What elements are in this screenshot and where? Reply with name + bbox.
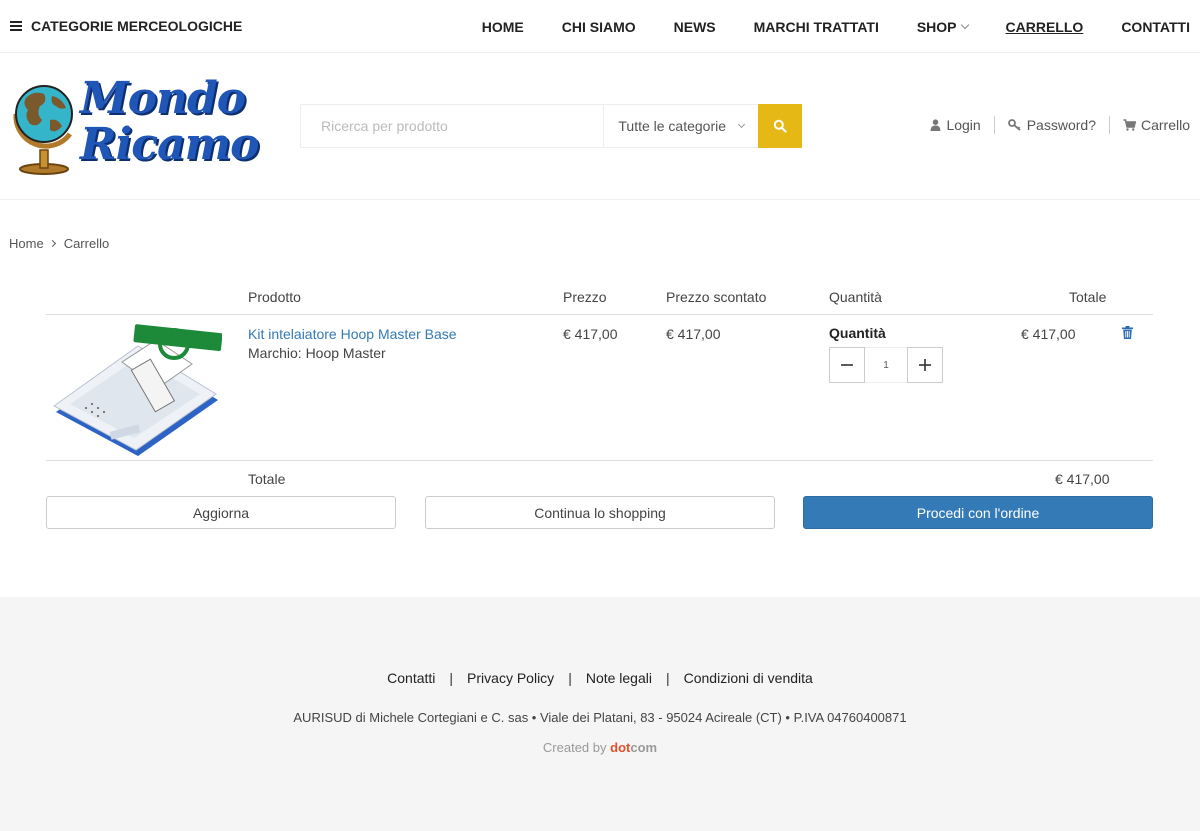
product-image[interactable] [52, 322, 223, 456]
footer-links: Contatti | Privacy Policy | Note legali … [0, 670, 1200, 686]
search-input[interactable] [301, 105, 604, 147]
site-header: Mondo Ricamo Tutte le categorie Login [0, 54, 1200, 200]
category-menu-label: CATEGORIE MERCEOLOGICHE [31, 18, 243, 34]
breadcrumb-home[interactable]: Home [9, 236, 44, 251]
chevron-down-icon [738, 120, 746, 129]
footer-separator: | [665, 670, 670, 686]
logo-line-1: Mondo [80, 73, 246, 124]
hoop-kit-image [53, 324, 223, 456]
nav-shop[interactable]: SHOP [916, 18, 969, 35]
cart-total-label: Totale [248, 471, 286, 487]
trash-icon [1122, 326, 1133, 339]
chevron-right-icon [48, 239, 56, 248]
key-icon [1007, 119, 1021, 131]
site-logo[interactable]: Mondo Ricamo [8, 76, 259, 176]
product-name-link[interactable]: Kit intelaiatore Hoop Master Base [248, 326, 457, 342]
breadcrumb: Home Carrello [9, 236, 109, 251]
nav-carrello[interactable]: CARRELLO [1006, 19, 1084, 35]
nav-shop-label: SHOP [916, 18, 957, 35]
company-address: AURISUD di Michele Cortegiani e C. sas •… [293, 710, 907, 725]
footer-separator: | [449, 670, 454, 686]
nav-home[interactable]: HOME [482, 19, 524, 35]
divider [1108, 116, 1110, 134]
nav-marchi-trattati[interactable]: MARCHI TRATTATI [754, 19, 879, 35]
header-price: Prezzo [563, 289, 607, 305]
quantity-label: Quantità [829, 325, 886, 341]
item-divider [46, 460, 1153, 461]
product-price: € 417,00 [563, 326, 618, 342]
user-icon [930, 119, 941, 131]
footer-link-condizioni[interactable]: Condizioni di vendita [684, 670, 813, 686]
search-button[interactable] [758, 104, 802, 148]
logo-line-2: Ricamo [80, 119, 259, 170]
breadcrumb-current: Carrello [63, 236, 110, 251]
site-footer: Contatti | Privacy Policy | Note legali … [0, 597, 1200, 831]
login-label: Login [946, 117, 981, 133]
header-divider [46, 314, 1153, 315]
product-line-total: € 417,00 [1021, 326, 1076, 342]
divider [993, 116, 995, 134]
account-links: Login Password? Carrello [930, 116, 1190, 134]
increase-quantity-button[interactable] [907, 347, 943, 383]
continue-shopping-button[interactable]: Continua lo shopping [425, 496, 775, 529]
cart-link[interactable]: Carrello [1123, 117, 1190, 133]
nav-chi-siamo[interactable]: CHI SIAMO [562, 19, 636, 35]
chevron-down-icon [960, 20, 969, 29]
header-quantity: Quantità [829, 289, 882, 305]
footer-link-note-legali[interactable]: Note legali [586, 670, 652, 686]
nav-news[interactable]: NEWS [674, 19, 716, 35]
quantity-stepper: 1 [829, 347, 943, 383]
footer-link-contatti[interactable]: Contatti [387, 670, 435, 686]
shopping-cart-icon [1123, 119, 1136, 131]
credit-brand-link[interactable]: dotcom [610, 740, 657, 755]
main-menu: HOME CHI SIAMO NEWS MARCHI TRATTATI SHOP… [444, 0, 1200, 53]
credit-prefix: Created by [542, 740, 607, 755]
password-link[interactable]: Password? [1007, 117, 1096, 133]
cart-label: Carrello [1140, 117, 1190, 133]
cart-total-value: € 417,00 [1055, 471, 1110, 487]
plus-icon [919, 359, 931, 371]
hamburger-icon [10, 21, 22, 31]
quantity-value[interactable]: 1 [865, 347, 907, 383]
footer-separator: | [568, 670, 572, 686]
logo-text: Mondo Ricamo [80, 76, 259, 168]
footer-link-privacy[interactable]: Privacy Policy [467, 670, 554, 686]
minus-icon [841, 364, 853, 366]
update-cart-button[interactable]: Aggiorna [46, 496, 396, 529]
decrease-quantity-button[interactable] [829, 347, 865, 383]
header-product: Prodotto [248, 289, 301, 305]
search-bar: Tutte le categorie [300, 104, 802, 148]
credit-line: Created by dotcom [0, 740, 1200, 755]
category-select[interactable]: Tutte le categorie [603, 105, 758, 147]
password-label: Password? [1026, 117, 1096, 133]
product-brand: Marchio: Hoop Master [248, 345, 386, 361]
nav-contatti[interactable]: CONTATTI [1121, 19, 1190, 35]
search-icon [773, 119, 787, 133]
credit-brand-dot: dot [610, 740, 631, 755]
category-menu-button[interactable]: CATEGORIE MERCEOLOGICHE [10, 16, 242, 36]
checkout-button[interactable]: Procedi con l'ordine [803, 496, 1153, 529]
top-navigation: CATEGORIE MERCEOLOGICHE HOME CHI SIAMO N… [0, 0, 1200, 53]
header-total: Totale [1069, 289, 1107, 305]
category-select-value: Tutte le categorie [618, 118, 727, 134]
login-link[interactable]: Login [930, 117, 981, 133]
header-discounted-price: Prezzo scontato [666, 289, 767, 305]
globe-icon [13, 85, 73, 175]
remove-item-button[interactable] [1122, 326, 1133, 344]
product-discounted-price: € 417,00 [666, 326, 721, 342]
credit-brand-com: com [630, 740, 658, 755]
